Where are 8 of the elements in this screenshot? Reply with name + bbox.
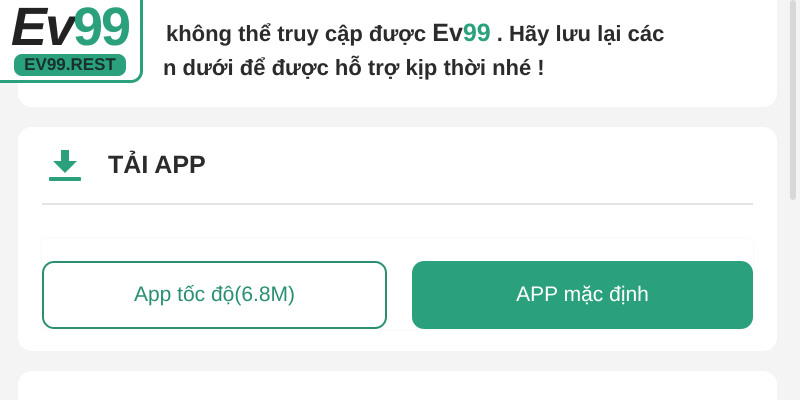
download-button[interactable]: App tốc độ(6.8M) [42,261,387,329]
download-button[interactable]: APP mặc định [412,261,753,329]
logo-wordmark: Ev99 [10,2,130,52]
notice-text: không thể truy cập được Ev99 . Hãy lưu lại các [165,18,666,49]
download-icon [48,148,82,182]
logo-badge: EV99.REST [14,54,126,76]
section-title: TẢI APP [108,150,206,180]
notice-text: n dưới để được hỗ trợ kịp thời nhé ! [162,54,546,82]
